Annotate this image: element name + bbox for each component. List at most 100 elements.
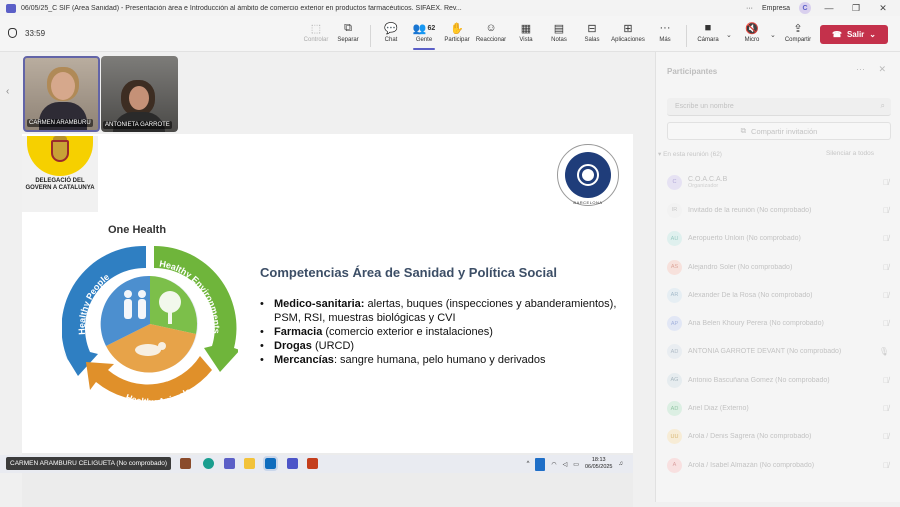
tray-chevron-icon: ^ [526, 461, 530, 467]
search-icon: ⌕ [880, 101, 885, 110]
shared-screen-taskbar: CARMEN ARAMBURU CELIGUETA (No comprobado… [0, 455, 633, 473]
participant-row[interactable]: UU Arola / Denis Sagrera (No comprobado)… [667, 423, 891, 451]
control-icon: ⬚ [310, 22, 322, 35]
avatar: A [667, 457, 682, 473]
meeting-toolbar: 33:59 ⬚ Controlar ⧉ Separar 💬 Chat 👥 62 G… [0, 16, 900, 52]
participant-search-input[interactable]: Escribe un nombre ⌕ [667, 98, 891, 116]
mute-all-button[interactable]: Silenciar a todos [826, 150, 874, 157]
chat-button[interactable]: 💬 Chat [373, 20, 409, 50]
mic-muted-icon: 🎙̸ [883, 262, 889, 272]
share-button[interactable]: ⇪ Compartir [780, 20, 816, 50]
participant-row[interactable]: AP Ana Belen Khoury Perera (No comprobad… [667, 309, 891, 337]
list-item: • Mercancías: sangre humana, pelo humano … [260, 354, 546, 366]
mic-muted-icon: 🎙̸ [883, 375, 889, 385]
competencies-list: • Medico-sanitaria: alertas, buques (insp… [260, 297, 620, 367]
more-button[interactable]: ··· Más [647, 20, 683, 50]
panel-more-icon[interactable]: ··· [856, 64, 865, 74]
toolbar-divider [370, 25, 371, 47]
raise-hand-button[interactable]: ✋ Participar [439, 20, 475, 50]
meeting-timer: 33:59 [8, 28, 45, 38]
mic-muted-icon: 🎙̸ [883, 319, 889, 329]
participant-row[interactable]: AS Alejandro Soler (No comprobado) 🎙̸ [667, 253, 891, 281]
teams-logo-icon [6, 3, 16, 13]
app-icon [180, 458, 191, 469]
org-label[interactable]: Empresa [762, 5, 790, 12]
list-item: • Drogas (URCD) [260, 340, 355, 352]
restore-icon[interactable]: ❐ [847, 3, 865, 14]
customs-agents-seal: BARCELONA [548, 142, 628, 208]
avatar: AG [667, 372, 682, 388]
edge-icon [203, 458, 214, 469]
participant-row[interactable]: AD Ariel Diaz (Externo) 🎙̸ [667, 394, 891, 422]
panel-title: Participantes [667, 67, 718, 76]
teams-icon [224, 458, 235, 469]
mic-muted-icon: 🎙̸ [883, 177, 889, 187]
people-button[interactable]: 👥 62 Gente [406, 20, 442, 50]
system-clock: 18:13 06/05/2025 [584, 457, 613, 470]
seal-text: BARCELONA [573, 200, 603, 205]
minimize-icon[interactable]: — [820, 3, 838, 13]
mic-muted-icon: 🎙̸ [883, 205, 889, 215]
people-icon: 👥 [412, 22, 427, 35]
participant-row[interactable]: AU Aeropuerto Unloin (No comprobado) 🎙̸ [667, 225, 891, 253]
avatar: AR [667, 287, 682, 303]
participant-list: C C.O.A.C.A.B Organizador 🎙̸ IR Invitado … [667, 168, 891, 479]
participants-panel: Participantes ··· ✕ Escribe un nombre ⌕ … [655, 52, 900, 502]
react-icon: ☺ [485, 22, 497, 34]
active-speaker-caption: CARMEN ARAMBURU CELIGUETA (No comprobado… [6, 457, 172, 470]
battery-icon: ▭ [573, 461, 579, 468]
video-tile-name: CARMEN ARAMBURU [27, 119, 93, 127]
notes-icon: ▤ [553, 22, 565, 35]
government-logo-text: DELEGACIÓ DEL GOVERN A CATALUNYA [25, 178, 95, 191]
window-more-icon[interactable]: ··· [746, 5, 753, 12]
list-item: • Medico-sanitaria: alertas, buques (insp… [260, 298, 617, 324]
mic-muted-icon: 🔇 [745, 22, 759, 35]
popout-button[interactable]: ⧉ Separar [330, 20, 366, 50]
video-tile-carmen[interactable]: CARMEN ARAMBURU [23, 56, 100, 132]
rooms-button[interactable]: ⊟ Salas [574, 20, 610, 50]
raise-hand-icon: ✋ [450, 22, 464, 35]
toolbar-divider [686, 25, 687, 47]
more-icon: ··· [659, 22, 671, 34]
apps-icon: ⊞ [623, 22, 633, 35]
camera-options-chevron-icon[interactable]: ⌄ [726, 31, 732, 39]
window-title-bar: 06/05/25_C SIF (Área Sanidad) - Presenta… [0, 0, 900, 16]
mic-options-chevron-icon[interactable]: ⌄ [770, 31, 776, 39]
timer-text: 33:59 [25, 28, 46, 38]
mic-muted-icon: 🎙̸ [883, 460, 889, 470]
participant-row[interactable]: AG Antonio Bascuñana Gomez (No comprobad… [667, 366, 891, 394]
people-count: 62 [427, 24, 436, 32]
participant-row[interactable]: C C.O.A.C.A.B Organizador 🎙̸ [667, 168, 891, 196]
panel-close-icon[interactable]: ✕ [878, 64, 886, 75]
outlook-icon [263, 456, 278, 471]
window-title: 06/05/25_C SIF (Área Sanidad) - Presenta… [21, 4, 462, 12]
leave-button[interactable]: ☎ Salir ⌄ [820, 25, 888, 44]
avatar: AS [667, 259, 682, 275]
control-button[interactable]: ⬚ Controlar [298, 20, 334, 50]
phone-hangup-icon: ☎ [831, 30, 842, 39]
participant-row[interactable]: IR Invitado de la reunión (No comprobado… [667, 196, 891, 224]
close-window-icon[interactable]: ✕ [874, 3, 892, 14]
camera-button[interactable]: ■ Cámara [690, 20, 726, 50]
react-button[interactable]: ☺ Reaccionar [473, 20, 509, 50]
video-tile-name: ANTONIETA GARROTE [103, 121, 172, 129]
share-invite-button[interactable]: ⧉ Compartir invitación [667, 122, 891, 140]
video-tile-antonieta[interactable]: ANTONIETA GARROTE [101, 56, 178, 132]
participant-row[interactable]: AR Alexander De la Rosa (No comprobado) … [667, 281, 891, 309]
leave-chevron-icon: ⌄ [869, 30, 876, 39]
participant-row[interactable]: A Arola / Isabel Almazán (No comprobado)… [667, 451, 891, 479]
mic-button[interactable]: 🔇 Micro [734, 20, 770, 50]
folder-icon [244, 458, 255, 469]
previous-video-chevron-icon[interactable]: ‹ [6, 86, 9, 97]
view-button[interactable]: ▦ Vista [508, 20, 544, 50]
mic-muted-icon: 🎙̸ [883, 404, 889, 414]
wifi-icon: ◠ [551, 461, 557, 468]
in-meeting-section-header[interactable]: ▾ En esta reunión (62) [658, 150, 722, 158]
participant-row[interactable]: AD ANTONIA GARROTE DEVANT (No comprobado… [667, 338, 891, 366]
government-logo: DELEGACIÓ DEL GOVERN A CATALUNYA [22, 136, 98, 212]
notification-bell-icon: ♫ [618, 461, 624, 467]
avatar: C [667, 174, 682, 190]
user-avatar[interactable]: C [799, 2, 811, 14]
apps-button[interactable]: ⊞ Aplicaciones [610, 20, 646, 50]
notes-button[interactable]: ▤ Notas [541, 20, 577, 50]
